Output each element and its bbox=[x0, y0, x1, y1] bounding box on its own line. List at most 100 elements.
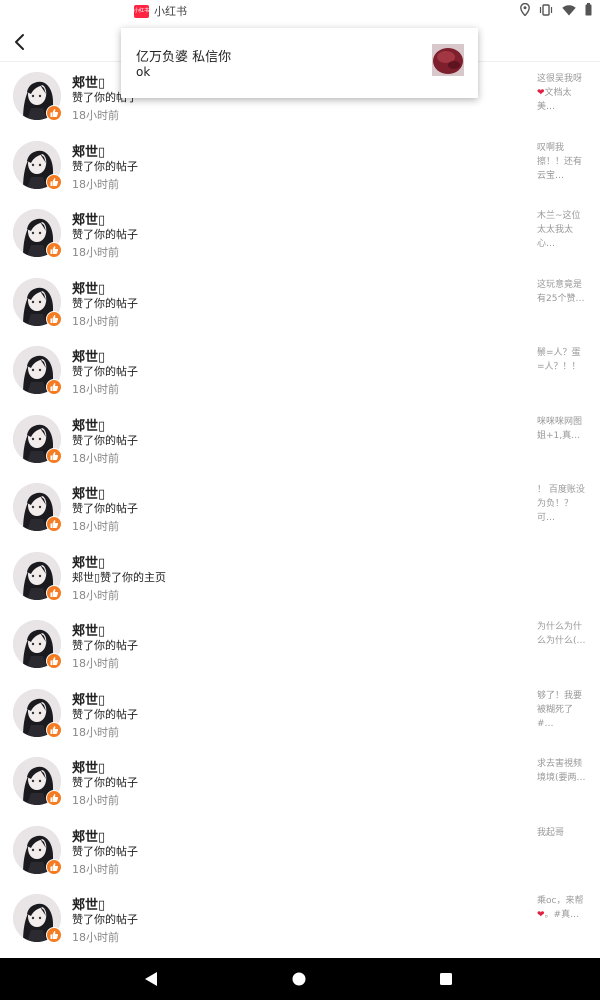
timestamp: 18小时前 bbox=[72, 451, 119, 465]
like-badge-icon bbox=[46, 790, 62, 806]
chevron-left-icon bbox=[15, 34, 24, 50]
like-badge-icon bbox=[46, 242, 62, 258]
list-item[interactable]: 郏世▯ 赞了你的帖子 18小时前 咪咪咪网图姐+1,真… bbox=[0, 405, 600, 474]
action-text: 赞了你的帖子 bbox=[72, 296, 138, 310]
timestamp: 18小时前 bbox=[72, 725, 119, 739]
notification-title: 亿万负婆 私信你 bbox=[136, 50, 232, 65]
preview-text: 我起哥 bbox=[537, 827, 565, 838]
preview-text: 求去害視频境境(要两… bbox=[537, 759, 586, 783]
preview-text: 叹啊我擦！！还有云宝… bbox=[537, 142, 583, 181]
preview-text: 够了！我要被糊死了#… bbox=[537, 690, 583, 729]
list-item[interactable]: 郏世▯ 赞了你的帖子 18小时前 为什么为什么为什么(… bbox=[0, 610, 600, 679]
action-text: 赞了你的帖子 bbox=[72, 228, 138, 241]
preview-text: 这玩意竟是有25个赞… bbox=[537, 279, 585, 304]
like-badge-icon bbox=[46, 858, 62, 875]
location-icon bbox=[520, 3, 530, 16]
status-bar: 小红书 小红书 bbox=[0, 0, 600, 22]
action-text: 赞了你的帖子 bbox=[72, 433, 138, 447]
nav-back-button[interactable] bbox=[141, 969, 161, 993]
nav-recents-button[interactable] bbox=[436, 969, 456, 993]
battery-icon bbox=[585, 3, 592, 16]
notification-body: ok bbox=[136, 65, 151, 79]
list-item[interactable]: 郏世▯ 赞了你的帖子 18小时前 ！ 百度账没为负！？可… bbox=[0, 473, 600, 542]
status-app-name: 小红书 bbox=[154, 5, 187, 18]
like-badge-icon bbox=[46, 447, 62, 464]
heart-icon: ❤ bbox=[537, 910, 545, 920]
timestamp: 18小时前 bbox=[72, 862, 119, 876]
timestamp: 18小时前 bbox=[72, 314, 119, 328]
like-badge-icon bbox=[46, 310, 62, 327]
timestamp: 18小时前 bbox=[72, 931, 119, 944]
list-item[interactable]: 郏世▯ 赞了你的帖子 18小时前 求去害視频境境(要两… bbox=[0, 747, 600, 816]
like-badge-icon bbox=[46, 173, 62, 190]
timestamp: 18小时前 bbox=[72, 246, 119, 259]
status-icons bbox=[520, 3, 592, 16]
preview-text: 这很吴我呀 bbox=[537, 74, 583, 84]
action-text: 郏世▯赞了你的主页 bbox=[72, 570, 167, 584]
action-text: 赞了你的帖子 bbox=[72, 159, 138, 173]
message-notification[interactable]: 亿万负婆 私信你 ok bbox=[121, 28, 478, 98]
action-text: 赞了你的帖子 bbox=[72, 844, 138, 858]
list-item[interactable]: 郏世▯ 赞了你的帖子 18小时前 叹啊我擦！！还有云宝… bbox=[0, 131, 600, 200]
like-badge-icon bbox=[46, 653, 62, 669]
timestamp: 18小时前 bbox=[72, 794, 119, 807]
wifi-icon bbox=[562, 4, 576, 15]
notification-list: 郏世▯ 赞了你的帖子 18小时前 这很吴我呀❤文档太美… 郏世▯ 赞了你的帖子 … bbox=[0, 62, 600, 953]
heart-icon: ❤ bbox=[537, 88, 545, 98]
timestamp: 18小时前 bbox=[72, 383, 119, 396]
like-badge-icon bbox=[46, 721, 62, 738]
timestamp: 18小时前 bbox=[72, 657, 119, 670]
timestamp: 18小时前 bbox=[72, 588, 119, 602]
post-preview[interactable]: 我起哥 bbox=[537, 826, 587, 840]
triangle-back-icon bbox=[145, 972, 157, 986]
post-preview[interactable]: 咪咪咪网图姐+1,真… bbox=[537, 415, 587, 443]
list-item[interactable]: 郏世▯ 赞了你的帖子 18小时前 这玩意竟是有25个赞… bbox=[0, 268, 600, 337]
post-preview[interactable]: 够了！我要被糊死了#… bbox=[537, 689, 587, 731]
list-item[interactable]: 郏世▯ 赞了你的帖子 18小时前 木兰~这位太太我太心… bbox=[0, 199, 600, 268]
preview-text: 乘oc，来帮 bbox=[537, 896, 584, 906]
preview-text: 为什么为什么为什么(… bbox=[537, 622, 586, 646]
preview-text: 鬃=人？蛋=人？！！ bbox=[537, 348, 581, 372]
list-item[interactable]: 郏世▯ 赞了你的帖子 18小时前 够了！我要被糊死了#… bbox=[0, 679, 600, 748]
post-preview[interactable]: 叹啊我擦！！还有云宝… bbox=[537, 141, 587, 183]
action-text: 赞了你的帖子 bbox=[72, 913, 138, 926]
list-item[interactable]: 郏世▯ 赞了你的帖子 18小时前 鬃=人？蛋=人？！！ bbox=[0, 336, 600, 405]
timestamp: 18小时前 bbox=[72, 109, 119, 122]
list-item[interactable]: 郏世▯ 赞了你的帖子 18小时前 我起哥 bbox=[0, 816, 600, 885]
navigation-bar bbox=[0, 958, 600, 1000]
notification-thumbnail bbox=[432, 44, 464, 76]
action-text: 赞了你的帖子 bbox=[72, 365, 138, 378]
post-preview[interactable]: 木兰~这位太太我太心… bbox=[537, 209, 587, 251]
timestamp: 18小时前 bbox=[72, 520, 119, 533]
post-preview[interactable]: ！ 百度账没为负！？可… bbox=[537, 483, 587, 525]
back-button[interactable] bbox=[10, 29, 32, 55]
square-recents-icon bbox=[440, 973, 452, 985]
post-preview[interactable]: 鬃=人？蛋=人？！！ bbox=[537, 346, 587, 374]
vibrate-icon bbox=[539, 3, 553, 16]
action-text: 赞了你的帖子 bbox=[72, 707, 138, 721]
preview-text-after: 。#真… bbox=[544, 910, 580, 920]
like-badge-icon bbox=[46, 584, 62, 601]
post-preview[interactable]: 为什么为什么为什么(… bbox=[537, 620, 587, 648]
list-item[interactable]: 郏世▯ 赞了你的帖子 18小时前 乘oc，来帮❤。#真… bbox=[0, 884, 600, 953]
post-preview[interactable]: 这玩意竟是有25个赞… bbox=[537, 278, 587, 306]
action-text: 赞了你的帖子 bbox=[72, 502, 138, 515]
action-text: 赞了你的帖子 bbox=[72, 639, 138, 652]
post-preview[interactable]: 乘oc，来帮 ❤。#真… bbox=[537, 894, 587, 922]
circle-home-icon bbox=[292, 972, 306, 986]
like-badge-icon bbox=[46, 516, 62, 532]
preview-text: ！ 百度账没为负！？可… bbox=[537, 485, 585, 523]
action-text: 赞了你的帖子 bbox=[72, 776, 138, 789]
list-item[interactable]: 郏世▯ 郏世▯赞了你的主页 18小时前 bbox=[0, 542, 600, 611]
preview-text: 木兰~这位太太我太心… bbox=[537, 211, 581, 249]
status-app-indicator: 小红书 小红书 bbox=[134, 3, 187, 19]
post-preview[interactable]: 求去害視频境境(要两… bbox=[537, 757, 587, 785]
like-badge-icon bbox=[46, 105, 62, 121]
app-badge-icon: 小红书 bbox=[134, 4, 149, 18]
timestamp: 18小时前 bbox=[72, 177, 119, 191]
post-preview[interactable]: 这很吴我呀❤文档太美… bbox=[537, 72, 587, 114]
preview-text: 咪咪咪网图姐+1,真… bbox=[537, 416, 583, 441]
nav-home-button[interactable] bbox=[289, 969, 309, 993]
like-badge-icon bbox=[46, 927, 62, 943]
like-badge-icon bbox=[46, 379, 62, 395]
